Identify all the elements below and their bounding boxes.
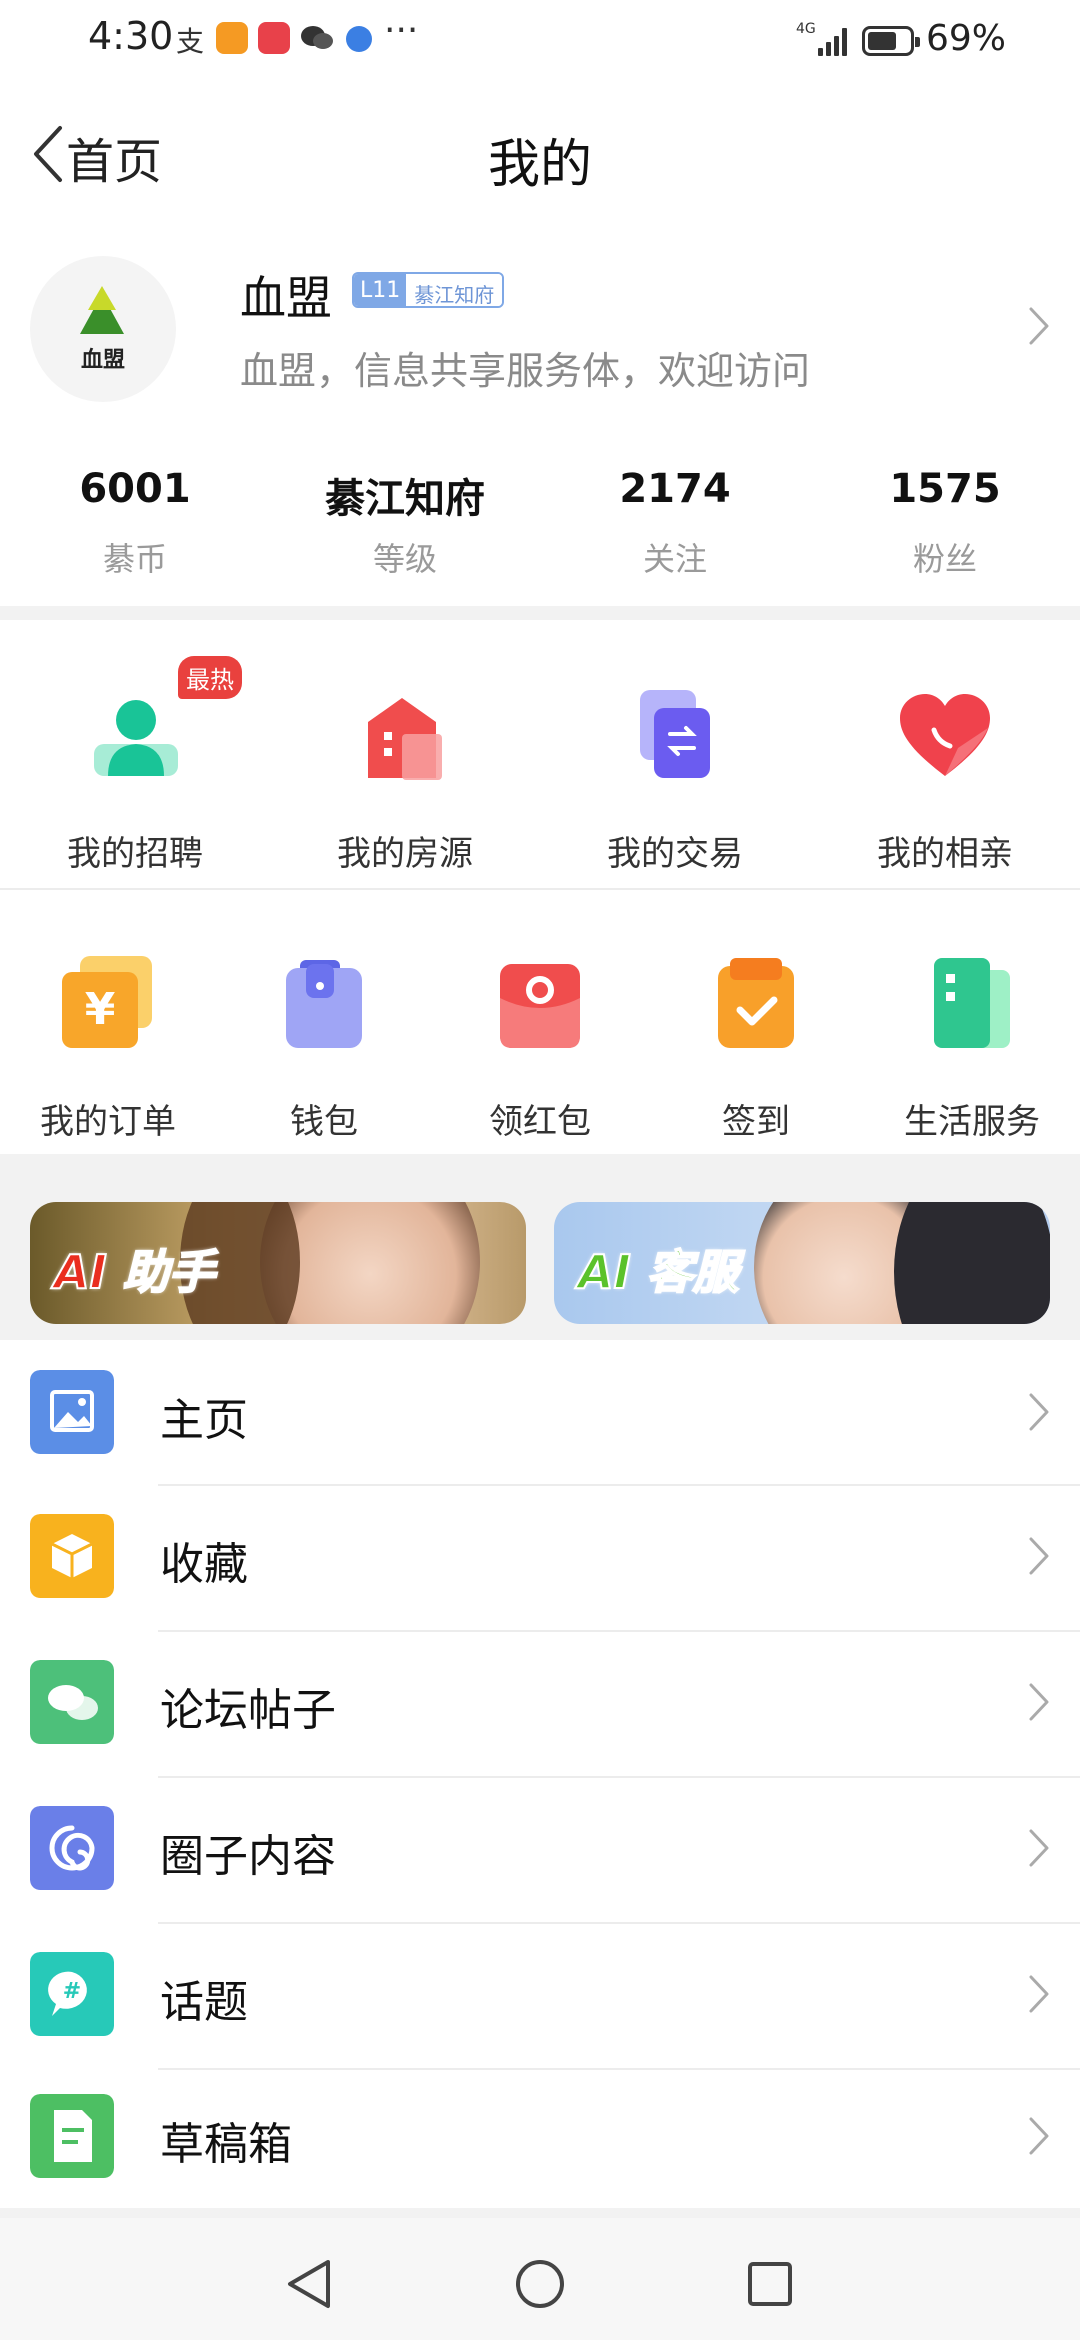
life-service-icon: [934, 958, 1010, 1048]
menu-item-label: 草稿箱: [160, 2119, 292, 2170]
menu-item-label: 话题: [160, 1977, 248, 2028]
svg-text:#: #: [63, 1979, 81, 2004]
system-nav-bar: [0, 2218, 1080, 2340]
red-packet-icon: [500, 964, 580, 1048]
hair-image: [894, 1202, 1050, 1324]
draft-icon: [30, 2094, 114, 2178]
stat-label: 粉丝: [912, 540, 977, 578]
tool-checkin[interactable]: 签到: [648, 930, 864, 1150]
username: 血盟: [240, 271, 332, 325]
tool-label: 生活服务: [904, 1102, 1040, 1142]
stat-label: 等级: [372, 540, 437, 578]
tool-wallet[interactable]: 钱包: [216, 930, 432, 1150]
bio: 血盟，信息共享服务体，欢迎访问: [240, 349, 811, 393]
status-bar: 4:30 支 ··· 4G 69%: [0, 0, 1080, 84]
swirl-icon: [30, 1806, 114, 1890]
ai-service-banner[interactable]: AI 客服: [554, 1202, 1050, 1324]
stat-value: 2174: [619, 466, 731, 512]
hashtag-icon: #: [30, 1952, 114, 2036]
quick-action-dating[interactable]: 我的相亲: [810, 630, 1080, 880]
quick-action-label: 我的招聘: [67, 834, 203, 874]
home-circle-icon[interactable]: [514, 2258, 566, 2310]
quick-action-label: 我的交易: [607, 834, 743, 874]
chevron-right-icon: [1029, 1393, 1049, 1431]
avatar-text: 血盟: [80, 348, 125, 373]
menu-item-label: 圈子内容: [160, 1831, 336, 1882]
avatar[interactable]: 血盟: [30, 256, 176, 402]
chevron-right-icon: [1029, 1537, 1049, 1575]
wallet-icon: [286, 960, 362, 1048]
signal-icon: [818, 24, 852, 56]
tool-label: 我的订单: [40, 1102, 176, 1142]
chat-bubbles-icon: [30, 1660, 114, 1744]
quick-action-house[interactable]: 我的房源: [270, 630, 540, 880]
quick-action-label: 我的房源: [337, 834, 473, 874]
wechat-icon: [300, 24, 334, 52]
battery-icon: [862, 26, 920, 56]
tool-label: 领红包: [489, 1102, 591, 1142]
menu-item-home[interactable]: 主页: [0, 1340, 1080, 1484]
menu-item-circle-content[interactable]: 圈子内容: [0, 1778, 1080, 1922]
tool-red-packet[interactable]: 领红包: [432, 930, 648, 1150]
stat-value: 6001: [79, 466, 191, 512]
exchange-icon: [640, 690, 710, 778]
tool-label: 签到: [722, 1102, 790, 1142]
profile-header[interactable]: 血盟 血盟 L11 綦江知府 血盟，信息共享服务体，欢迎访问: [0, 240, 1080, 420]
chevron-right-icon: [1029, 1975, 1049, 2013]
stat-value: 1575: [889, 466, 1001, 512]
heart-icon: [900, 694, 990, 776]
tree-top-icon: [88, 286, 116, 310]
back-triangle-icon[interactable]: [284, 2258, 332, 2310]
menu-item-label: 收藏: [160, 1539, 248, 1590]
video-app-icon: [216, 22, 248, 54]
ai-assistant-banner[interactable]: AI 助手: [30, 1202, 526, 1324]
stat-label: 綦币: [102, 540, 167, 578]
chevron-right-icon: [1029, 2117, 1049, 2155]
menu-item-forum-posts[interactable]: 论坛帖子: [0, 1632, 1080, 1776]
network-type: 4G: [796, 21, 816, 37]
browser-icon: [346, 26, 372, 52]
battery-percent: 69%: [926, 18, 1007, 59]
ai-assistant-label: AI 助手: [53, 1244, 216, 1300]
quick-action-label: 我的相亲: [877, 834, 1013, 874]
menu-item-topics[interactable]: # 话题: [0, 1924, 1080, 2068]
stat-value: 綦江知府: [325, 476, 485, 522]
page-title: 我的: [487, 135, 592, 195]
menu-item-label: 论坛帖子: [160, 1685, 336, 1736]
image-icon: [30, 1370, 114, 1454]
ai-service-label: AI 客服: [577, 1244, 740, 1300]
status-time: 4:30: [88, 14, 174, 58]
chevron-right-icon: [1029, 307, 1049, 345]
box-icon: [30, 1514, 114, 1598]
tool-orders[interactable]: ¥ 我的订单: [0, 930, 216, 1150]
checkin-icon: [718, 958, 794, 1048]
tool-life-service[interactable]: 生活服务: [864, 930, 1080, 1150]
tool-label: 钱包: [290, 1102, 358, 1142]
menu-item-favorites[interactable]: 收藏: [0, 1486, 1080, 1630]
stat-label: 关注: [642, 540, 707, 578]
recruit-icon: [94, 700, 178, 776]
huawei-store-icon: [258, 22, 290, 54]
level-title: 綦江知府: [406, 274, 503, 306]
order-icon: ¥: [62, 956, 152, 1048]
level-number: L11: [354, 274, 407, 306]
menu-item-label: 主页: [160, 1395, 248, 1446]
svg-text:¥: ¥: [85, 984, 116, 1035]
level-badge: L11 綦江知府: [352, 272, 505, 308]
more-notifications-icon: ···: [384, 10, 419, 51]
hot-badge: 最热: [178, 656, 242, 699]
alipay-icon: 支: [176, 25, 205, 58]
chevron-right-icon: [1029, 1683, 1049, 1721]
menu-item-drafts[interactable]: 草稿箱: [0, 2070, 1080, 2208]
recents-square-icon[interactable]: [746, 2260, 794, 2308]
house-icon: [368, 698, 442, 780]
quick-action-exchange[interactable]: 我的交易: [540, 630, 810, 880]
chevron-right-icon: [1029, 1829, 1049, 1867]
